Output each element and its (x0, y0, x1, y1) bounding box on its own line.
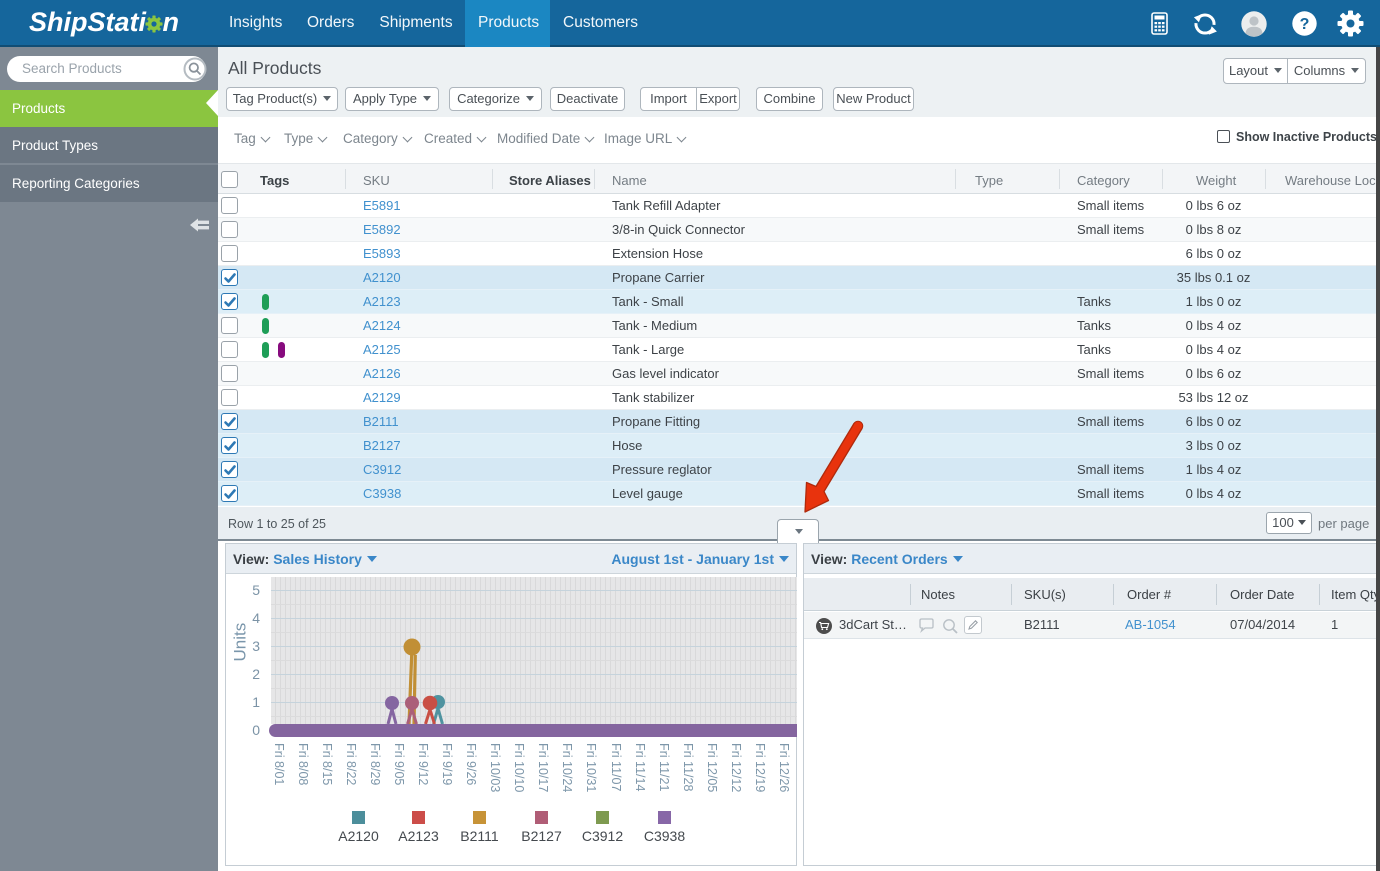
svg-text:?: ? (1300, 16, 1310, 33)
